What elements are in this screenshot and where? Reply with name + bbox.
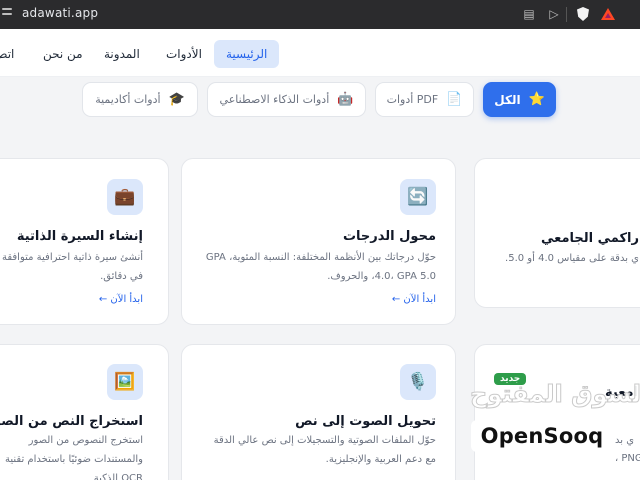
filter-label: أدوات أكاديمية [95,93,161,106]
nav-tools[interactable]: الأدوات [166,40,202,68]
filter-academic-button[interactable]: أدوات أكاديمية 🎓 [82,82,198,117]
share-icon[interactable]: ▷ [547,6,561,22]
rewards-icon[interactable] [600,6,616,22]
nav-about[interactable]: من نحن [43,40,83,68]
card-description: حوّل درجاتك بين الأنظمة المختلفة: النسبة… [205,252,436,282]
graduation-cap-icon: 🎓 [168,92,185,107]
card-description: أنشئ سيرة ذاتية احترافية متوافقة في دقائ… [1,252,143,282]
filter-all-button[interactable]: الكل ⭐ [483,82,556,117]
microphone-icon: 🎙️ [400,364,436,400]
card-description: ي بدقة على مقياس 4.0 أو 5.0. [505,253,639,264]
card-title: محول الدرجات [342,229,436,244]
card-description: استخرج النصوص من الصور والمستندات ضوئيًا… [4,435,143,480]
refresh-icon: 🔄 [400,179,436,215]
tool-card-image-ocr[interactable]: 🖼️ استخراج النص من الصور استخرج النصوص م… [0,344,169,480]
address-bar[interactable]: adawati.app [22,6,98,20]
card-description: حوّل الملفات الصوتية والتسجيلات إلى نص ع… [213,435,436,465]
start-now-link[interactable]: ابدأ الآن ← [99,294,143,305]
star-icon: ⭐ [528,92,545,107]
filter-ai-button[interactable]: أدوات الذكاء الاصطناعي 🤖 [207,82,366,117]
briefcase-icon: 💼 [107,179,143,215]
nav-blog[interactable]: المدونة [104,40,140,68]
start-now-link[interactable]: ابدأ الآن ← [392,294,436,305]
filter-label: الكل [494,92,521,107]
watermark-text: السوق المفتوح [469,380,640,409]
tool-card-grade-converter[interactable]: 🔄 محول الدرجات حوّل درجاتك بين الأنظمة ا… [181,158,456,325]
brave-shield-icon[interactable] [577,7,589,21]
card-title: تحويل الصوت إلى نص [295,414,436,429]
toolbar-divider [566,7,567,22]
tool-card-gpa[interactable]: راكمي الجامعي ي بدقة على مقياس 4.0 أو 5.… [474,158,640,308]
browser-toolbar: adawati.app ▤ ▷ [0,0,640,29]
reader-mode-icon[interactable]: ▤ [522,6,536,22]
card-title: إنشاء السيرة الذاتية [16,229,143,244]
tool-card-speech-to-text[interactable]: 🎙️ تحويل الصوت إلى نص حوّل الملفات الصوت… [181,344,456,480]
card-title: استخراج النص من الصور [0,414,143,429]
image-icon: 🖼️ [107,364,143,400]
robot-icon: 🤖 [337,92,354,107]
nav-home[interactable]: الرئيسية [214,40,280,68]
card-title: راكمي الجامعي [540,231,639,246]
tool-card-new[interactable]: امعية ي بد PNG ، [474,344,640,480]
main-nav: الرئيسية الأدوات المدونة من نحن اتص [0,29,640,77]
nav-contact[interactable]: اتص [0,40,14,68]
filter-label: أدوات PDF [386,93,439,106]
filter-pdf-button[interactable]: أدوات PDF 📄 [375,82,474,117]
opensooq-logo: OpenSooq [471,420,613,452]
tool-card-cv-builder[interactable]: 💼 إنشاء السيرة الذاتية أنشئ سيرة ذاتية ا… [0,158,169,325]
card-description: ي بد [615,435,635,446]
filter-label: أدوات الذكاء الاصطناعي [219,93,330,106]
document-icon: 📄 [446,92,463,107]
card-description-line2: PNG ، [615,453,640,464]
site-settings-icon[interactable] [2,8,12,20]
